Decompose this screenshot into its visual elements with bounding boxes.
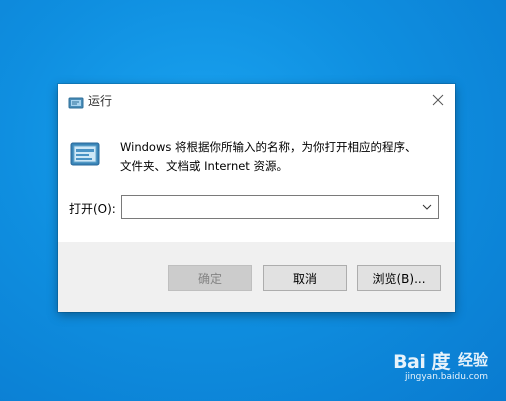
chevron-down-icon (422, 204, 432, 210)
desktop-background: 运行 Windows 将根据你所输入的名称，为你打开相应的程序、 文件夹、文档或… (0, 0, 506, 401)
dialog-title: 运行 (88, 94, 113, 108)
cancel-button[interactable]: 取消 (263, 265, 347, 291)
ok-button[interactable]: 确定 (168, 265, 252, 291)
baidu-watermark: Bai 度 经验 jingyan.baidu.com (368, 347, 488, 387)
open-combobox[interactable] (121, 195, 439, 219)
run-dialog: 运行 Windows 将根据你所输入的名称，为你打开相应的程序、 文件夹、文档或… (58, 84, 455, 312)
close-icon (432, 94, 444, 106)
browse-button[interactable]: 浏览(B)... (357, 265, 441, 291)
run-icon (70, 142, 100, 166)
title-bar[interactable]: 运行 (58, 84, 455, 116)
dialog-footer: 确定 取消 浏览(B)... (58, 242, 455, 312)
open-input[interactable] (125, 197, 419, 219)
description-line: Windows 将根据你所输入的名称，为你打开相应的程序、 (120, 140, 417, 154)
run-icon (68, 94, 84, 109)
watermark-url: jingyan.baidu.com (404, 372, 488, 382)
description-line: 文件夹、文档或 Internet 资源。 (120, 159, 288, 173)
dropdown-button[interactable] (419, 199, 435, 215)
close-button[interactable] (427, 89, 449, 111)
dialog-description: Windows 将根据你所输入的名称，为你打开相应的程序、 文件夹、文档或 In… (120, 138, 440, 176)
watermark-brand: 经验 (457, 351, 488, 369)
open-label: 打开(O): (69, 202, 116, 216)
watermark-logo: Bai 度 (393, 351, 450, 373)
